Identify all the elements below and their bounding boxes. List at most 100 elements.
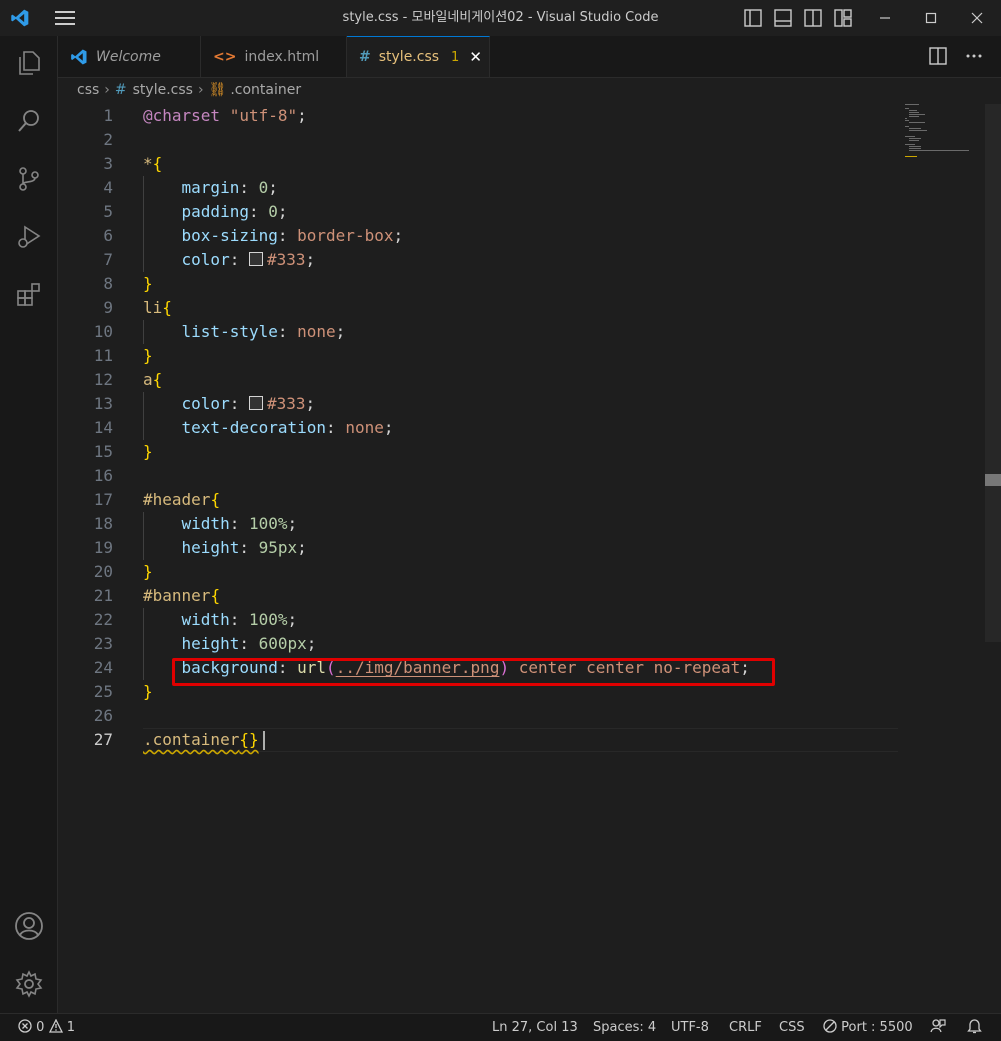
- live-server-port[interactable]: Port : 5500: [823, 1014, 913, 1041]
- tab-index-html[interactable]: <> index.html: [201, 36, 347, 77]
- editor-tab-bar: Welcome <> index.html # style.css 1 ✕: [58, 36, 1001, 78]
- code-line: 10 list-style: none;: [58, 320, 985, 344]
- line-number: 7: [103, 250, 113, 269]
- symbol-class-icon: ⛓: [208, 82, 227, 98]
- port-label: Port : 5500: [841, 1020, 913, 1035]
- line-number: 6: [103, 226, 113, 245]
- line-number: 18: [93, 514, 113, 533]
- indentation[interactable]: Spaces: 4: [593, 1014, 656, 1041]
- chevron-right-icon: ›: [197, 82, 204, 98]
- title-bar: style.css - 모바일네비게이션02 - Visual Studio C…: [0, 0, 1001, 37]
- color-swatch[interactable]: [248, 396, 263, 410]
- language-mode[interactable]: CSS: [779, 1014, 805, 1041]
- code-line: 19 height: 95px;: [58, 536, 985, 560]
- code-line: 17 #header{: [58, 488, 985, 512]
- warning-count: 1: [66, 1020, 75, 1035]
- maximize-button[interactable]: [908, 0, 954, 36]
- line-number: 24: [93, 658, 113, 677]
- tab-label: index.html: [244, 48, 320, 65]
- feedback-icon[interactable]: [930, 1014, 946, 1041]
- customize-layout-icon[interactable]: [834, 9, 852, 27]
- breadcrumb-file[interactable]: style.css: [133, 82, 193, 98]
- line-number: 3: [103, 154, 113, 173]
- cursor-position[interactable]: Ln 27, Col 13: [492, 1014, 578, 1041]
- activity-bar: [0, 36, 58, 1013]
- line-number: 5: [103, 202, 113, 221]
- tab-welcome[interactable]: Welcome: [58, 36, 201, 77]
- breadcrumb-symbol[interactable]: .container: [230, 82, 301, 98]
- line-number: 15: [93, 442, 113, 461]
- line-number: 2: [103, 130, 113, 149]
- error-icon: [18, 1019, 32, 1033]
- toggle-panel-icon[interactable]: [774, 9, 792, 27]
- text-cursor: [263, 731, 265, 750]
- line-number: 9: [103, 298, 113, 317]
- code-line: 13 color: #333;: [58, 392, 985, 416]
- encoding[interactable]: UTF-8: [671, 1014, 709, 1041]
- warning-icon: [48, 1018, 63, 1033]
- vscode-icon: [71, 49, 87, 64]
- line-number: 17: [93, 490, 113, 509]
- line-number: 19: [93, 538, 113, 557]
- account-icon[interactable]: [14, 911, 44, 941]
- close-tab-icon[interactable]: ✕: [469, 48, 482, 66]
- code-line: 6 box-sizing: border-box;: [58, 224, 985, 248]
- run-debug-icon[interactable]: [14, 222, 44, 252]
- line-number: 12: [93, 370, 113, 389]
- line-number: 8: [103, 274, 113, 293]
- end-of-line[interactable]: CRLF: [729, 1014, 762, 1041]
- html-icon: <>: [213, 48, 237, 65]
- settings-gear-icon[interactable]: [14, 969, 44, 999]
- highlight-annotation-box: [172, 658, 775, 686]
- code-line: 1 @charset "utf-8";: [58, 104, 985, 128]
- scrollbar-marker: [985, 474, 1001, 486]
- line-number: 13: [93, 394, 113, 413]
- code-line: 11}: [58, 344, 985, 368]
- line-number: 21: [93, 586, 113, 605]
- tab-label: Welcome: [96, 48, 161, 65]
- code-line: 26: [58, 704, 985, 728]
- search-icon[interactable]: [14, 106, 44, 136]
- source-control-icon[interactable]: [14, 164, 44, 194]
- toggle-secondary-sidebar-icon[interactable]: [804, 9, 822, 27]
- minimap[interactable]: [905, 104, 975, 164]
- explorer-icon[interactable]: [14, 48, 44, 78]
- breadcrumb: css › # style.css › ⛓ .container: [58, 79, 1001, 101]
- code-line: 7 color: #333;: [58, 248, 985, 272]
- problems-indicator[interactable]: 0 1: [18, 1014, 75, 1041]
- code-line: 8}: [58, 272, 985, 296]
- more-actions-icon[interactable]: [965, 47, 983, 69]
- vertical-scrollbar[interactable]: [985, 104, 1001, 642]
- line-number: 14: [93, 418, 113, 437]
- css-hash-icon: #: [359, 49, 371, 65]
- notifications-bell-icon[interactable]: [967, 1014, 982, 1041]
- code-line: 5 padding: 0;: [58, 200, 985, 224]
- code-editor[interactable]: 1 @charset "utf-8"; 2 3 *{ 4 margin: 0; 5 …: [58, 104, 985, 1012]
- code-line: 14 text-decoration: none;: [58, 416, 985, 440]
- breadcrumb-folder[interactable]: css: [77, 82, 99, 98]
- split-editor-icon[interactable]: [929, 47, 947, 69]
- minimize-button[interactable]: [862, 0, 908, 36]
- code-line: 22 width: 100%;: [58, 608, 985, 632]
- code-line: 20}: [58, 560, 985, 584]
- error-count: 0: [36, 1020, 45, 1035]
- tab-style-css[interactable]: # style.css 1 ✕: [347, 36, 490, 77]
- close-window-button[interactable]: [954, 0, 1000, 36]
- line-number: 4: [103, 178, 113, 197]
- code-line: 2: [58, 128, 985, 152]
- code-line: 23 height: 600px;: [58, 632, 985, 656]
- code-line: 3 *{: [58, 152, 985, 176]
- problems-badge: 1: [451, 49, 460, 65]
- code-line: 27 .container{}: [58, 728, 985, 752]
- line-number: 11: [93, 346, 113, 365]
- toggle-primary-sidebar-icon[interactable]: [744, 9, 762, 27]
- code-line: 4 margin: 0;: [58, 176, 985, 200]
- line-number: 1: [103, 106, 113, 125]
- line-number: 27: [93, 730, 113, 749]
- code-line: 16: [58, 464, 985, 488]
- chevron-right-icon: ›: [104, 82, 110, 98]
- code-line: 12 a{: [58, 368, 985, 392]
- color-swatch[interactable]: [248, 252, 263, 266]
- extensions-icon[interactable]: [14, 280, 44, 310]
- line-number: 16: [93, 466, 113, 485]
